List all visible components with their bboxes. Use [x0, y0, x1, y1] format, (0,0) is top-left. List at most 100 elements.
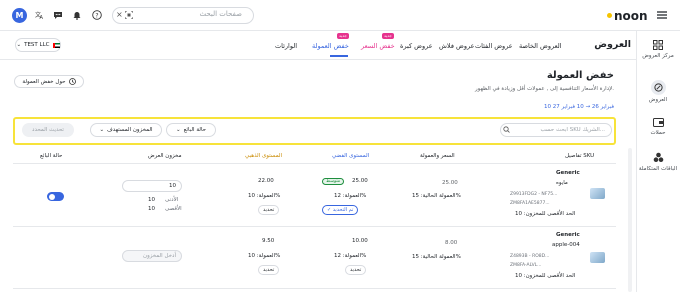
tag-icon — [650, 80, 666, 95]
silver-price: 10.00 — [352, 238, 368, 244]
header-price-commission: السعر والعمولة — [420, 153, 455, 159]
store-name: TEST LLC — [24, 42, 50, 48]
user-avatar[interactable]: M — [12, 8, 27, 23]
sidebar-item-bundles[interactable]: الباقات المتكاملة — [638, 152, 678, 172]
gold-select-button[interactable]: تحديد — [258, 205, 280, 215]
silver-commission: العمولة: 12% — [334, 193, 367, 199]
max-stock-text: الحد الأقصى للمخزون: 10 — [515, 273, 576, 279]
scrollbar[interactable] — [628, 148, 632, 292]
about-commission-button[interactable]: حول خفض العمولة — [14, 75, 84, 88]
header-silver-tier: المستوى الفضي — [332, 153, 370, 159]
table-header — [13, 148, 616, 164]
sidebar-item-offers[interactable]: العروض — [638, 80, 678, 103]
chevron-down-icon: ⌄ — [16, 42, 22, 48]
row-divider — [13, 288, 616, 289]
product-code: ZM8FA1AE5877... — [510, 201, 550, 206]
current-price: 25.00 — [442, 180, 458, 186]
product-name: apple-004 — [552, 242, 580, 248]
tab-price-drop[interactable]: خفض السعر — [361, 42, 395, 50]
wallet-icon — [652, 118, 664, 127]
product-name: مايوه — [556, 180, 568, 186]
hamburger-menu-icon[interactable] — [657, 11, 667, 19]
about-label: حول خفض العمولة — [22, 78, 66, 85]
stock-min-label: الأدنى — [165, 197, 179, 203]
header-offer-stock: مخزون العرض — [148, 153, 182, 159]
new-badge: جديد — [337, 33, 349, 39]
sidebar-item-label: مركز العروض — [642, 53, 674, 59]
update-selected-button[interactable]: تحديث المحدد — [22, 123, 74, 137]
header-seller-state: حالة البائع — [40, 153, 63, 159]
dropdown-label: المخزون المستهدف — [107, 127, 153, 133]
store-selector[interactable]: ⌄ TEST LLC — [15, 38, 61, 52]
chevron-down-icon: ⌄ — [175, 127, 181, 133]
silver-select-button[interactable]: تحديد — [345, 265, 367, 275]
sidebar-item-label: العروض — [648, 97, 668, 103]
stock-min-value: 10 — [148, 197, 155, 203]
offer-stock-input[interactable]: أدخل المخزون — [122, 250, 182, 262]
brand-logo[interactable]: noon — [614, 9, 648, 23]
clear-search-icon[interactable]: × — [116, 10, 123, 19]
stock-max-value: 10 — [148, 206, 155, 212]
help-icon[interactable]: ? — [90, 8, 104, 22]
gold-price: 22.00 — [258, 178, 274, 184]
dropdown-label: حالة البائع — [183, 127, 207, 133]
tab-flash-offers[interactable]: عروض فلاش — [439, 42, 474, 50]
target-stock-dropdown[interactable]: ⌄ المخزون المستهدف — [90, 123, 162, 137]
sidebar-item-label: حملات — [650, 130, 666, 136]
silver-status-badge: متوسط — [322, 178, 345, 185]
new-badge: جديد — [382, 33, 394, 39]
clock-icon — [68, 78, 76, 85]
tab-imports[interactable]: الوارئات — [275, 42, 297, 50]
chevron-down-icon: ⌄ — [99, 127, 105, 133]
product-code: Z9913FDG2 - NF75... — [510, 192, 558, 197]
gold-price: 9.50 — [262, 238, 275, 244]
tab-category-offers[interactable]: عروض الفئات — [475, 42, 513, 50]
product-brand: Generic — [556, 170, 580, 176]
page-title: خفض العمولة — [546, 70, 614, 81]
bundle-icon — [653, 152, 664, 163]
silver-selected-button[interactable]: ✓ تم التحديد — [322, 205, 359, 215]
seller-state-dropdown[interactable]: ⌄ حالة البائع — [166, 123, 216, 137]
sidebar-item-campaigns[interactable]: حملات — [638, 118, 678, 136]
svg-text:A: A — [40, 15, 44, 20]
gold-commission: العمولة: 10% — [248, 253, 281, 259]
header-sku-details: تفاصيل SKU — [565, 153, 595, 159]
tab-special-offers[interactable]: العروض الخاصة — [519, 42, 562, 50]
gold-commission: العمولة: 10% — [248, 193, 281, 199]
grid-icon — [653, 40, 663, 50]
seller-state-toggle[interactable] — [47, 192, 64, 201]
svg-text:?: ? — [95, 12, 98, 19]
page-subtitle: لإدارة الأسعار التنافسية إلى , عمولات أق… — [474, 86, 614, 92]
button-label: تم التحديد — [332, 207, 354, 213]
sidebar-item-offers-hub[interactable]: مركز العروض — [638, 40, 678, 59]
current-price: 8.00 — [445, 240, 458, 246]
brand-dot — [607, 13, 612, 18]
section-heading: العروض — [594, 39, 631, 50]
row-divider — [13, 226, 616, 227]
search-icon — [503, 126, 510, 133]
uae-flag-icon — [52, 42, 60, 48]
stock-max-label: الأقصى — [165, 206, 182, 212]
scan-icon[interactable] — [125, 11, 133, 19]
silver-price: 25.00 — [352, 178, 368, 184]
current-commission: العمولة الحالية: 15% — [412, 193, 461, 199]
gold-select-button[interactable]: تحديد — [258, 265, 280, 275]
language-icon[interactable]: 文A — [32, 8, 46, 22]
sidebar-item-label: الباقات المتكاملة — [638, 166, 678, 172]
current-commission: العمولة الحالية: 15% — [412, 254, 461, 260]
header-gold-tier: المستوى الذهبي — [245, 153, 283, 159]
tab-commission-drop[interactable]: خفض العمولة — [312, 42, 349, 50]
offer-stock-input[interactable]: 10 — [122, 180, 182, 192]
date-range[interactable]: 10 فبراير 26 → 10 فبراير 27 — [540, 104, 614, 110]
search-placeholder: صفحات البحث — [199, 10, 242, 18]
messages-icon[interactable] — [51, 8, 65, 22]
product-code: ZM8FA-ALVL... — [510, 263, 542, 268]
sku-search-input[interactable]: ابحث حسب SKU الشريك... — [500, 123, 612, 137]
product-thumbnail — [590, 252, 605, 263]
notifications-icon[interactable] — [70, 8, 84, 22]
silver-commission: العمولة: 12% — [334, 253, 367, 259]
tab-bulk-offers[interactable]: عروض كبرة — [400, 42, 433, 50]
product-code: Z4893B - RO8D... — [510, 254, 550, 259]
product-thumbnail — [590, 188, 605, 199]
product-brand: Generic — [556, 232, 580, 238]
